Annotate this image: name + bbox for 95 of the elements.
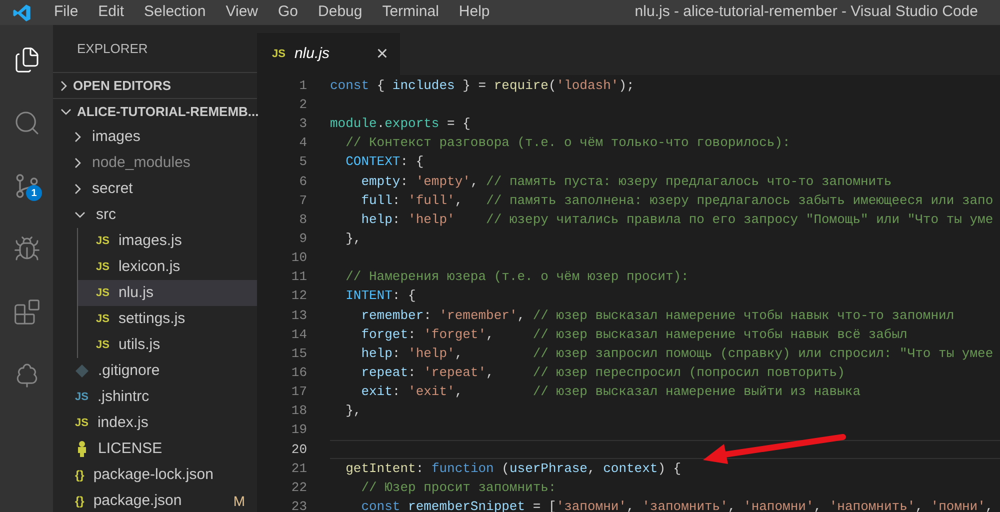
line-number: 16: [290, 364, 307, 382]
menu-item[interactable]: View: [216, 1, 268, 24]
notification-badge: 1: [26, 185, 42, 201]
section-header[interactable]: OPEN EDITORS: [53, 72, 257, 98]
line-number: 12: [290, 287, 307, 306]
code-line: exit: 'exit', // юзер высказал намерение выйти из навыка: [360, 383, 862, 402]
line-number: 14: [290, 326, 307, 344]
tree-entry[interactable]: JS .jshintrc: [53, 384, 257, 410]
chevron-right-icon: [75, 158, 81, 168]
tree-entry[interactable]: JS settings.js: [78, 306, 257, 332]
line-number: 23: [290, 498, 307, 512]
line-number: 18: [290, 402, 307, 420]
tree-entry[interactable]: {} package-lock.json: [53, 462, 257, 488]
json-file-icon: {}: [75, 466, 84, 484]
js-file-icon: JS: [96, 336, 110, 354]
tree-entry[interactable]: {} package.json M: [53, 488, 257, 512]
js-file-icon: JS: [96, 310, 110, 328]
close-icon[interactable]: ×: [376, 44, 388, 64]
folder-entry[interactable]: images: [53, 124, 257, 150]
code-line: CONTEXT: {: [344, 153, 425, 172]
menu-item[interactable]: Selection: [134, 1, 216, 24]
line-number: 17: [290, 383, 307, 402]
js-file-icon: JS: [272, 46, 286, 62]
line-number: 13: [290, 306, 307, 325]
line-number: 7: [298, 192, 307, 210]
folder-entry[interactable]: secret: [53, 176, 257, 202]
line-number: 21: [290, 460, 307, 478]
js-file-icon: JS: [96, 258, 110, 276]
code-line: },: [344, 402, 362, 420]
line-number: 8: [298, 210, 307, 229]
line-number: 10: [290, 249, 307, 268]
js-file-icon: JS: [96, 232, 110, 250]
menu-item[interactable]: Terminal: [372, 1, 449, 24]
code-line: forget: 'forget', // юзер высказал намерение чтобы навык всё забыл: [360, 326, 908, 344]
code-line: INTENT: {: [344, 287, 417, 306]
js-file-icon: JS: [75, 414, 88, 432]
chevron-down-icon: [61, 108, 71, 114]
line-number: 11: [290, 268, 307, 286]
blocks-icon[interactable]: [12, 298, 40, 326]
code-line: repeat: 'repeat', // юзер переспросил (попросил повторить): [360, 364, 846, 382]
code-line: remember: 'remember', // юзер высказал намерение чтобы навык что-то запомнил: [360, 306, 956, 325]
code-line: // Юзер просит запомнить:: [360, 478, 558, 497]
code-line: // Намерения юзера (т.е. о чём юзер просит):: [344, 268, 690, 286]
chevron-down-icon: [75, 212, 85, 218]
line-number: 3: [298, 115, 307, 134]
tree-entry[interactable]: JS lexicon.js: [78, 254, 257, 280]
code-line: module.exports = {: [330, 115, 472, 134]
line-number: 19: [290, 421, 307, 440]
menu-item[interactable]: Help: [448, 1, 500, 24]
js-file-icon: JS: [96, 284, 110, 302]
code-line: help: 'help' // юзеру читались правила по его запросу "Помощь" или "Что ты уме: [360, 210, 994, 229]
menu-item[interactable]: Edit: [88, 1, 134, 24]
line-number: 15: [290, 344, 307, 363]
menu-item[interactable]: Go: [268, 1, 308, 24]
sidebar-title: EXPLORER: [77, 40, 148, 58]
line-number: 4: [298, 134, 307, 152]
code-line: const { includes } = require('lodash');: [330, 76, 636, 95]
license-file-icon: [75, 441, 89, 457]
chevron-right-icon: [75, 184, 81, 194]
menu-item[interactable]: File: [44, 1, 88, 24]
config-file-icon: JS: [75, 388, 88, 406]
tree-entry[interactable]: JS nlu.js: [78, 280, 257, 306]
line-number: 20: [290, 440, 307, 458]
app-logo-icon: [12, 2, 32, 22]
code-line: getIntent: function (userPhrase, context) {: [344, 460, 682, 478]
line-number: 1: [298, 76, 307, 95]
code-line: // Контекст разговора (т.е. о чём только-что говорилось):: [344, 134, 792, 152]
editor-tab[interactable]: JS nlu.js ×: [257, 33, 400, 75]
code-line: empty: 'empty', // память пуста: юзеру предлагалось что-то запомнить: [360, 172, 893, 191]
folder-entry[interactable]: node_modules: [53, 150, 257, 176]
json-file-icon: {}: [75, 492, 84, 510]
line-number: 9: [298, 230, 307, 248]
line-number: 22: [290, 478, 307, 497]
section-header[interactable]: ALICE-TUTORIAL-REMEMB...: [53, 98, 257, 124]
code-line: help: 'help', // юзер запросил помощь (справку) или спросил: "Что ты умее: [360, 344, 994, 363]
menu-item[interactable]: Debug: [308, 1, 372, 24]
git-file-icon: [75, 364, 89, 378]
tree-entry[interactable]: JS images.js: [78, 228, 257, 254]
tree-entry[interactable]: LICENSE: [53, 436, 257, 462]
git-status-label: M: [233, 492, 245, 510]
bug-icon[interactable]: [12, 234, 40, 262]
code-line: full: 'full', // память заполнена: юзеру предлагалось забыть имеющееся или запо: [360, 192, 994, 210]
line-number: 6: [298, 172, 307, 191]
tree-entry[interactable]: JS index.js: [53, 410, 257, 436]
code-line: },: [344, 230, 362, 248]
search-icon[interactable]: [12, 108, 40, 136]
chevron-right-icon: [75, 132, 81, 142]
line-number: 5: [298, 153, 307, 172]
folder-entry[interactable]: src: [53, 202, 257, 228]
window-title: nlu.js - alice-tutorial-remember - Visual Studio Code: [634, 2, 978, 22]
tree-entry[interactable]: JS utils.js: [78, 332, 257, 358]
tree-entry[interactable]: .gitignore: [53, 358, 257, 384]
chevron-right-icon: [61, 80, 67, 90]
files-icon[interactable]: [12, 46, 40, 74]
line-number: 2: [298, 96, 307, 114]
